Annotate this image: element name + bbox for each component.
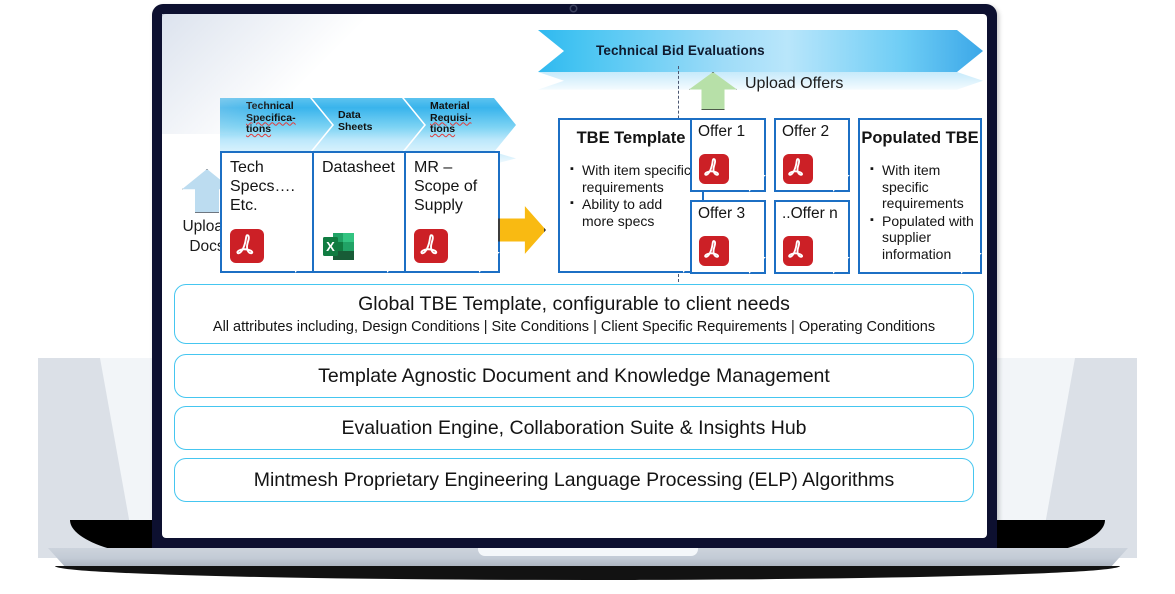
pdf-icon: [699, 236, 729, 266]
offer-card-1[interactable]: Offer 1: [690, 118, 766, 192]
step-line1: Technical: [246, 100, 294, 112]
diagram-canvas: Technical Bid Evaluations Upload Offers …: [162, 14, 987, 538]
tbe-template-bullet: With item specific requirements: [570, 161, 696, 195]
populated-tbe-bullet: Populated with supplier information: [870, 212, 974, 263]
pdf-icon: [783, 236, 813, 266]
pdf-icon: [699, 154, 729, 184]
tbe-template-title: TBE Template: [576, 129, 686, 147]
step-line2: Sheets: [338, 120, 373, 133]
offer-card-n[interactable]: ..Offer n: [774, 200, 850, 274]
layer-subtitle: All attributes including, Design Conditi…: [212, 319, 936, 335]
tbe-template-card[interactable]: TBE Template With item specific requirem…: [558, 118, 704, 273]
arrow-up-icon: [689, 72, 737, 110]
layer-title: Global TBE Template, configurable to cli…: [358, 293, 790, 315]
laptop-drop-shadow: [55, 566, 1120, 580]
step-line3: tions: [430, 123, 456, 136]
excel-icon: X: [322, 229, 356, 263]
populated-tbe-bullet: With item specific requirements: [870, 161, 974, 212]
laptop-device: Technical Bid Evaluations Upload Offers …: [0, 0, 1175, 594]
document-card-material-requisition[interactable]: MR – Scope of Supply: [404, 151, 500, 273]
upload-offers-group: Upload Offers: [689, 70, 939, 110]
document-card-datasheet[interactable]: Datasheet X: [312, 151, 408, 273]
step-line1: Material: [430, 100, 470, 112]
tbe-template-bullet: Ability to add more specs: [570, 195, 696, 229]
platform-layer-document-management[interactable]: Template Agnostic Document and Knowledge…: [174, 354, 974, 398]
svg-text:X: X: [326, 239, 335, 254]
technical-bid-evaluations-banner: Technical Bid Evaluations: [538, 30, 983, 72]
layer-title: Mintmesh Proprietary Engineering Languag…: [253, 469, 895, 491]
document-card-tech-specs[interactable]: Tech Specs…. Etc.: [220, 151, 316, 273]
document-card-title: Datasheet: [322, 159, 395, 176]
layer-title: Template Agnostic Document and Knowledge…: [318, 365, 830, 387]
platform-layer-global-tbe-template[interactable]: Global TBE Template, configurable to cli…: [174, 284, 974, 344]
platform-layer-evaluation-engine[interactable]: Evaluation Engine, Collaboration Suite &…: [174, 406, 974, 450]
laptop-deck-notch: [478, 548, 698, 556]
process-step-material-requisitions: Material Requisi- tions: [404, 98, 516, 152]
arrow-right-icon: [498, 206, 546, 254]
document-card-title: Tech Specs…. Etc.: [230, 159, 295, 214]
document-card-title: MR – Scope of Supply: [414, 159, 478, 214]
laptop-screen: Technical Bid Evaluations Upload Offers …: [162, 14, 987, 538]
camera-icon: [571, 6, 576, 11]
populated-tbe-title: Populated TBE: [861, 129, 979, 147]
step-line3: tions: [246, 123, 272, 136]
platform-layer-elp-algorithms[interactable]: Mintmesh Proprietary Engineering Languag…: [174, 458, 974, 502]
banner-label: Technical Bid Evaluations: [596, 43, 765, 58]
upload-offers-label: Upload Offers: [745, 75, 844, 92]
pdf-icon: [230, 229, 264, 263]
layer-title: Evaluation Engine, Collaboration Suite &…: [341, 417, 807, 439]
pdf-icon: [783, 154, 813, 184]
offer-label: ..Offer n: [782, 205, 838, 222]
offer-label: Offer 2: [782, 123, 830, 140]
offer-card-3[interactable]: Offer 3: [690, 200, 766, 274]
step-line1: Data: [338, 109, 361, 121]
pdf-icon: [414, 229, 448, 263]
populated-tbe-card[interactable]: Populated TBE With item specific require…: [858, 118, 982, 274]
offer-label: Offer 1: [698, 123, 746, 140]
offer-label: Offer 3: [698, 205, 746, 222]
offer-card-2[interactable]: Offer 2: [774, 118, 850, 192]
